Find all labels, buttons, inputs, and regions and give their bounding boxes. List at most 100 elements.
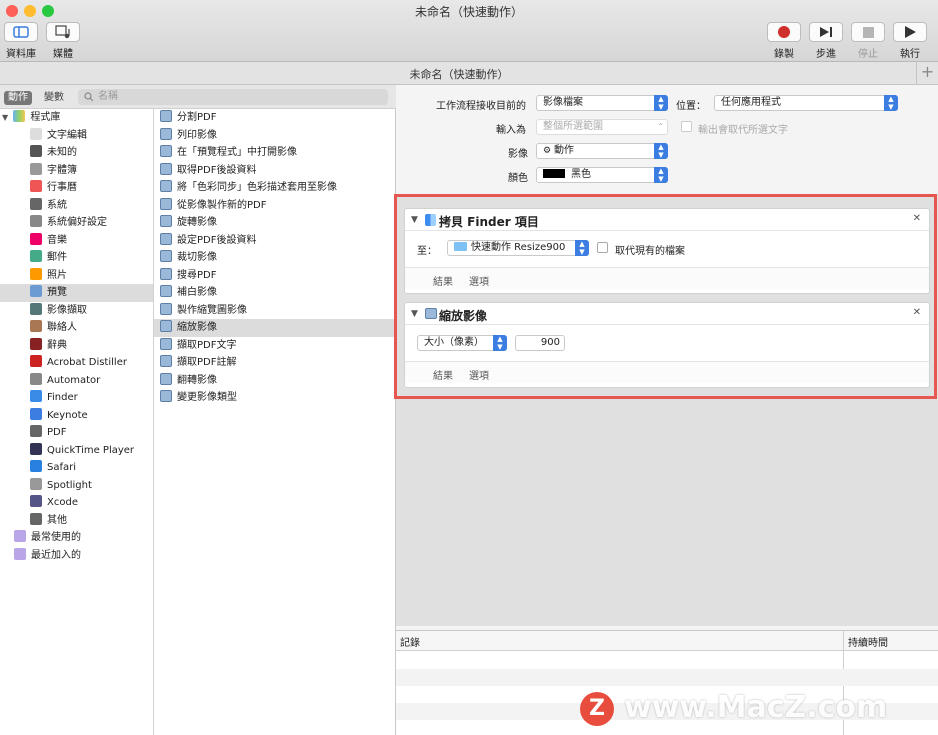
library-item[interactable]: Spotlight <box>0 477 153 495</box>
tab-actions[interactable]: 動作 <box>4 91 32 105</box>
action-item[interactable]: 擷取PDF文字 <box>154 337 395 355</box>
library-item[interactable]: Keynote <box>0 407 153 425</box>
color-popup[interactable]: 黑色 ▲ ▼ <box>536 167 668 183</box>
library-item[interactable]: Acrobat Distiller <box>0 354 153 372</box>
library-item[interactable]: Safari <box>0 459 153 477</box>
library-item[interactable]: QuickTime Player <box>0 442 153 460</box>
action-item[interactable]: 將「色彩同步」色彩描述套用至影像 <box>154 179 395 197</box>
app-icon <box>30 232 42 245</box>
app-icon <box>30 407 42 420</box>
library-root[interactable]: ▼ 程式庫 <box>0 109 153 127</box>
app-icon <box>30 180 42 192</box>
library-item[interactable]: 聯絡人 <box>0 319 153 337</box>
library-item[interactable]: 系統 <box>0 197 153 215</box>
duration-column-header[interactable]: 持續時間 <box>848 634 888 649</box>
output-replace-label: 輸出會取代所選文字 <box>698 125 788 136</box>
action-item[interactable]: 擷取PDF註解 <box>154 354 395 372</box>
library-item-label: 辭典 <box>47 339 67 351</box>
receives-popup[interactable]: 影像檔案 ▲ ▼ <box>536 95 668 111</box>
action-item-label: 擷取PDF文字 <box>177 339 237 351</box>
run-button[interactable] <box>893 22 927 42</box>
search-input[interactable]: 名稱 <box>78 89 388 105</box>
library-toolbar: 動作 變數 名稱 <box>0 85 396 109</box>
preview-action-icon <box>160 197 172 210</box>
library-item[interactable]: 字體簿 <box>0 162 153 180</box>
library-item[interactable]: 音樂 <box>0 232 153 250</box>
library-item[interactable]: 照片 <box>0 267 153 285</box>
action-item[interactable]: 設定PDF後設資料 <box>154 232 395 250</box>
action-item[interactable]: 分割PDF <box>154 109 395 127</box>
smart-folder-item[interactable]: 最常使用的 <box>0 529 153 547</box>
document-bar: 未命名（快速動作） + <box>0 62 938 85</box>
preview-action-icon <box>160 355 172 367</box>
log-column-header[interactable]: 記錄 <box>400 634 420 649</box>
preview-action-icon <box>160 372 172 385</box>
location-popup[interactable]: 任何應用程式 ▲ ▼ <box>714 95 898 111</box>
app-icon <box>30 320 42 332</box>
action-item[interactable]: 列印影像 <box>154 127 395 145</box>
action-item-label: 旋轉影像 <box>177 217 217 228</box>
preview-action-icon <box>160 180 172 192</box>
action-item-label: 設定PDF後設資料 <box>177 234 257 246</box>
action-item[interactable]: 從影像製作新的PDF <box>154 197 395 215</box>
title-bar: 未命名（快速動作） 資料庫 媒體 錄製 步進 停止 執行 <box>0 0 938 62</box>
preview-action-icon <box>160 320 172 332</box>
library-item[interactable]: Automator <box>0 372 153 390</box>
app-icon <box>30 442 42 455</box>
library-item[interactable]: 辭典 <box>0 337 153 355</box>
search-placeholder: 名稱 <box>98 91 118 102</box>
step-button[interactable] <box>809 22 843 42</box>
library-item[interactable]: PDF <box>0 424 153 442</box>
action-item[interactable]: 旋轉影像 <box>154 214 395 232</box>
smart-folder-item[interactable]: 最近加入的 <box>0 547 153 565</box>
smart-folder-icon <box>14 530 26 542</box>
window-title: 未命名（快速動作） <box>414 5 523 19</box>
library-item[interactable]: 文字編輯 <box>0 127 153 145</box>
color-swatch <box>543 169 565 178</box>
action-item[interactable]: 補白影像 <box>154 284 395 302</box>
stop-button[interactable] <box>851 22 885 42</box>
action-item[interactable]: 製作縮覽圖影像 <box>154 302 395 320</box>
preview-action-icon <box>160 162 172 175</box>
smart-folder-label: 最近加入的 <box>31 549 81 561</box>
library-item[interactable]: 其他 <box>0 512 153 530</box>
action-item[interactable]: 取得PDF後設資料 <box>154 162 395 180</box>
tab-variables[interactable]: 變數 <box>40 91 68 105</box>
library-item[interactable]: 系統偏好設定 <box>0 214 153 232</box>
library-button[interactable] <box>4 22 38 42</box>
preview-action-icon <box>160 232 172 245</box>
library-item-label: 預覽 <box>47 287 67 298</box>
action-item-label: 製作縮覽圖影像 <box>177 304 247 316</box>
app-icon <box>30 425 42 437</box>
add-tab-button[interactable]: + <box>916 62 938 84</box>
library-item[interactable]: 郵件 <box>0 249 153 267</box>
app-icon <box>30 390 42 402</box>
record-button[interactable] <box>767 22 801 42</box>
image-popup[interactable]: ⚙ 動作 ▲ ▼ <box>536 143 668 159</box>
library-item[interactable]: 預覽 <box>0 284 153 302</box>
app-icon <box>30 250 42 262</box>
action-item[interactable]: 縮放影像 <box>154 319 395 337</box>
preview-action-icon <box>160 127 172 140</box>
action-item[interactable]: 翻轉影像 <box>154 372 395 390</box>
action-item[interactable]: 裁切影像 <box>154 249 395 267</box>
app-icon <box>30 512 42 525</box>
receives-label: 工作流程接收目前的 <box>436 101 526 112</box>
action-item[interactable]: 在「預覽程式」中打開影像 <box>154 144 395 162</box>
library-item[interactable]: 行事曆 <box>0 179 153 197</box>
app-icon <box>30 285 42 297</box>
app-icon <box>30 460 42 472</box>
action-item-label: 裁切影像 <box>177 252 217 263</box>
library-item[interactable]: Finder <box>0 389 153 407</box>
media-button[interactable] <box>46 22 80 42</box>
action-item[interactable]: 搜尋PDF <box>154 267 395 285</box>
image-label: 影像 <box>508 149 528 160</box>
library-root-icon <box>13 110 26 122</box>
library-item[interactable]: 未知的 <box>0 144 153 162</box>
preview-action-icon <box>160 337 172 350</box>
action-item[interactable]: 變更影像類型 <box>154 389 395 407</box>
library-item[interactable]: Xcode <box>0 494 153 512</box>
watermark-logo: Z <box>580 692 614 726</box>
app-icon <box>30 495 42 507</box>
library-item[interactable]: 影像擷取 <box>0 302 153 320</box>
